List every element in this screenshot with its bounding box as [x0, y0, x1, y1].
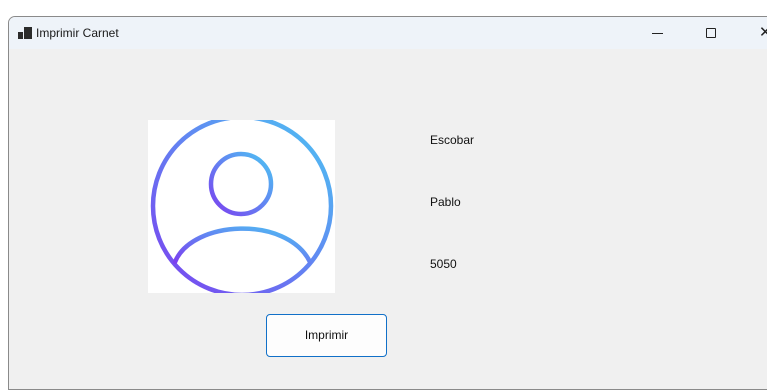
close-icon: ✕	[759, 23, 767, 41]
first-name-label: Pablo	[430, 195, 461, 209]
app-icon	[18, 27, 32, 39]
maximize-icon	[706, 28, 716, 38]
user-avatar-icon	[150, 120, 334, 293]
last-name-label: Escobar	[430, 133, 475, 147]
id-number-label: 5050	[430, 257, 457, 271]
print-button[interactable]: Imprimir	[266, 314, 387, 357]
minimize-button[interactable]	[635, 17, 681, 49]
window-title: Imprimir Carnet	[36, 26, 119, 40]
print-card-window: Imprimir Carnet ✕ Escobar Pablo 5050 Imp…	[8, 16, 767, 390]
close-button[interactable]: ✕	[743, 17, 767, 49]
maximize-button[interactable]	[688, 17, 734, 49]
photo-box	[148, 120, 335, 293]
title-bar[interactable]: Imprimir Carnet ✕	[9, 17, 767, 49]
minimize-icon	[652, 33, 663, 34]
